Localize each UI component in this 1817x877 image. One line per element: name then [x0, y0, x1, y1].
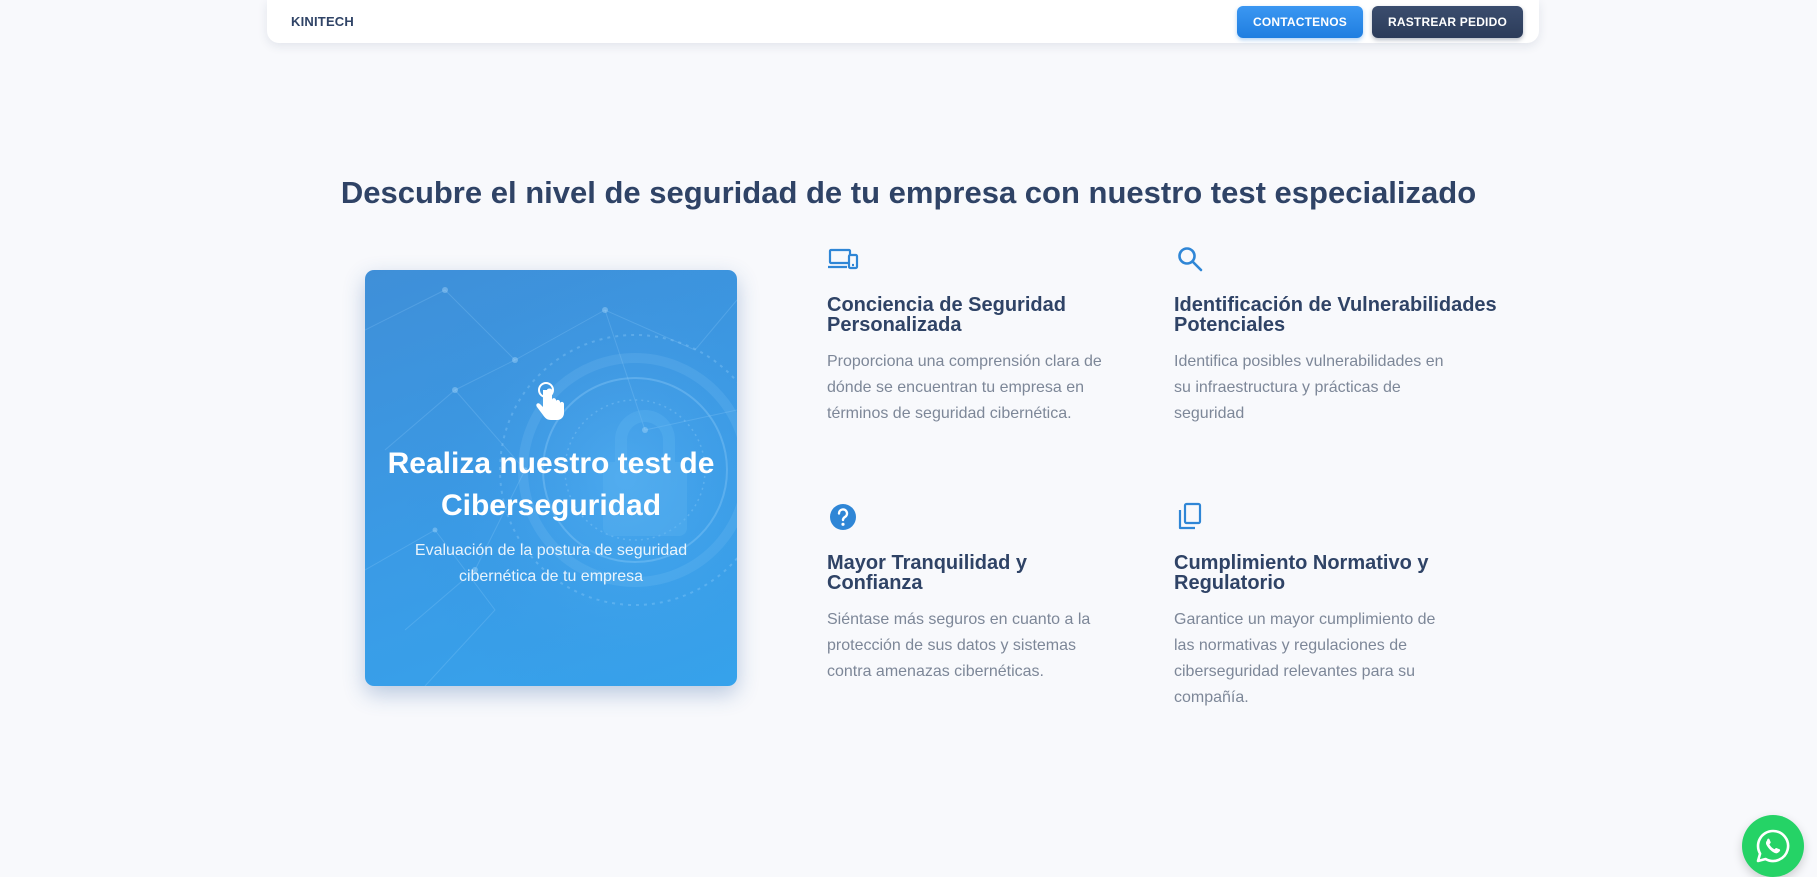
whatsapp-icon — [1756, 829, 1790, 863]
feature-title: Mayor Tranquilidad y Confianza — [827, 552, 1028, 594]
track-order-button[interactable]: RASTREAR PEDIDO — [1371, 5, 1523, 38]
devices-icon — [828, 248, 859, 270]
feature-description: Proporciona una comprensión clara de dón… — [827, 353, 1102, 422]
feature-vulnerability-identification: Identificación de Vulnerabilidades Poten… — [1174, 243, 1514, 427]
feature-security-awareness: Conciencia de Seguridad Personalizada Pr… — [827, 243, 1127, 427]
feature-description: Siéntase más seguros en cuanto a la prot… — [827, 611, 1091, 680]
navbar-actions: CONTACTENOS RASTREAR PEDIDO — [1237, 5, 1523, 38]
feature-regulatory-compliance: Cumplimiento Normativo y Regulatorio Gar… — [1174, 501, 1474, 711]
feature-title: Cumplimiento Normativo y Regulatorio — [1174, 552, 1429, 594]
cta-title: Realiza nuestro test de Ciberseguridad — [387, 447, 715, 522]
whatsapp-button[interactable] — [1742, 815, 1804, 877]
pointing-hand-icon — [536, 382, 564, 420]
section-title: Descubre el nivel de seguridad de tu emp… — [340, 175, 1477, 210]
feature-description: Garantice un mayor cumplimiento de las n… — [1174, 611, 1436, 706]
cybersecurity-test-card[interactable]: Realiza nuestro test de Ciberseguridad E… — [365, 270, 737, 686]
feature-description: Identifica posibles vulnerabilidades en … — [1174, 353, 1444, 422]
brand-logo[interactable]: KINITECH — [291, 14, 354, 29]
copy-documents-icon — [1178, 502, 1202, 530]
cta-content: Realiza nuestro test de Ciberseguridad E… — [365, 270, 737, 686]
top-navbar: KINITECH CONTACTENOS RASTREAR PEDIDO — [267, 0, 1539, 43]
feature-peace-of-mind: Mayor Tranquilidad y Confianza Siéntase … — [827, 501, 1127, 685]
help-circle-icon — [830, 504, 856, 530]
cta-subtitle: Evaluación de la postura de seguridad ci… — [414, 542, 688, 585]
feature-title: Conciencia de Seguridad Personalizada — [827, 294, 1066, 336]
search-icon — [1178, 247, 1203, 272]
contact-button[interactable]: CONTACTENOS — [1237, 5, 1363, 38]
feature-title: Identificación de Vulnerabilidades Poten… — [1174, 294, 1497, 336]
